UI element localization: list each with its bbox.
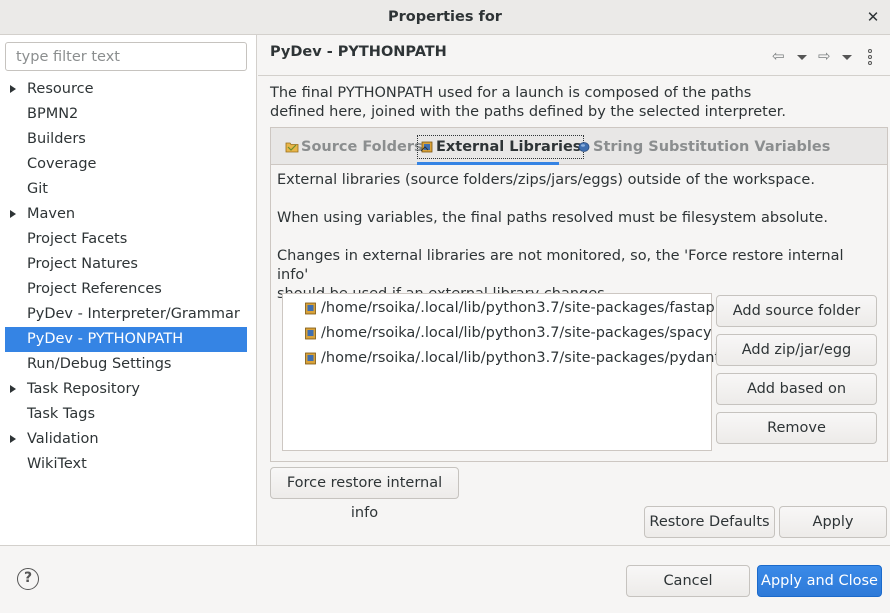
library-path-item[interactable]: /home/rsoika/.local/lib/python3.7/site-p… bbox=[283, 346, 732, 371]
tree-item-label: Project References bbox=[27, 281, 162, 297]
tree-item[interactable]: Maven bbox=[5, 202, 247, 227]
tree-item-label: Coverage bbox=[27, 156, 97, 172]
window-title: Properties for bbox=[388, 9, 502, 25]
filter-input[interactable] bbox=[5, 42, 247, 71]
apply-button[interactable]: Apply bbox=[779, 506, 887, 538]
tab-folder: Source Folders External Libraries String… bbox=[270, 127, 888, 462]
tree-item[interactable]: PyDev - PYTHONPATH bbox=[5, 327, 247, 352]
forward-icon[interactable]: ⇨ bbox=[818, 49, 834, 64]
tree-item-label: WikiText bbox=[27, 456, 87, 472]
tree-item-label: Task Tags bbox=[27, 406, 96, 422]
tree-item[interactable]: Project Natures bbox=[5, 252, 247, 277]
external-libraries-info: External libraries (source folders/zips/… bbox=[277, 171, 877, 304]
tree-item-label: Maven bbox=[27, 206, 76, 222]
library-path-item[interactable]: /home/rsoika/.local/lib/python3.7/site-p… bbox=[283, 296, 719, 321]
tree-item[interactable]: Git bbox=[5, 177, 247, 202]
tree-item-label: Task Repository bbox=[27, 381, 141, 397]
title-bar: Properties for ✕ bbox=[0, 0, 890, 35]
property-page: PyDev - PYTHONPATH ⇦ ⇨ The final PYTHONP… bbox=[258, 35, 890, 545]
tree-item[interactable]: Project Facets bbox=[5, 227, 247, 252]
add-based-on-variable-button[interactable]: Add based on variable bbox=[716, 373, 877, 427]
page-title: PyDev - PYTHONPATH bbox=[270, 44, 447, 60]
tree-item-label: Git bbox=[27, 181, 48, 197]
tab-string-substitution[interactable]: String Substitution Variables bbox=[577, 128, 830, 165]
tree-item-label: Project Facets bbox=[27, 231, 128, 247]
help-icon[interactable]: ? bbox=[17, 568, 39, 590]
library-path-item[interactable]: /home/rsoika/.local/lib/python3.7/site-p… bbox=[283, 321, 712, 346]
external-libraries-list[interactable]: /home/rsoika/.local/lib/python3.7/site-p… bbox=[282, 293, 732, 451]
tree-item-label: Builders bbox=[27, 131, 86, 147]
tree-item[interactable]: Run/Debug Settings bbox=[5, 352, 247, 377]
expand-arrow-icon[interactable] bbox=[10, 85, 16, 93]
folder-icon bbox=[285, 142, 299, 152]
restore-defaults-button[interactable]: Restore Defaults bbox=[644, 506, 775, 538]
view-menu-icon[interactable] bbox=[865, 49, 875, 67]
tab-label: External Libraries bbox=[436, 138, 582, 155]
tab-strip: Source Folders External Libraries String… bbox=[271, 128, 887, 165]
tab-label: Source Folders bbox=[301, 138, 423, 155]
tree-item[interactable]: Builders bbox=[5, 127, 247, 152]
expand-arrow-icon[interactable] bbox=[10, 435, 16, 443]
tree-item-label: Resource bbox=[27, 81, 94, 97]
tree-item[interactable]: Resource bbox=[5, 77, 247, 102]
tree-item[interactable]: BPMN2 bbox=[5, 102, 247, 127]
preference-tree: Resource BPMN2 Builders Coverage Git Maven Pro… bbox=[5, 77, 247, 477]
variable-icon bbox=[578, 141, 590, 152]
tree-item[interactable]: Task Tags bbox=[5, 402, 247, 427]
tree-item-label: PyDev - PYTHONPATH bbox=[27, 331, 184, 347]
description-line: The final PYTHONPATH used for a launch i… bbox=[270, 85, 752, 101]
back-dropdown-icon[interactable] bbox=[797, 55, 807, 60]
title-divider bbox=[258, 75, 890, 76]
expand-arrow-icon[interactable] bbox=[10, 210, 16, 218]
add-zip-jar-egg-button[interactable]: Add zip/jar/egg bbox=[716, 334, 877, 366]
tree-item[interactable]: Task Repository bbox=[5, 377, 247, 402]
tab-source-folders[interactable]: Source Folders bbox=[285, 128, 423, 165]
tree-item-label: Validation bbox=[27, 431, 99, 447]
tree-item-label: Run/Debug Settings bbox=[27, 356, 172, 372]
tab-focus-box: External Libraries bbox=[417, 134, 585, 159]
tree-item-label: BPMN2 bbox=[27, 106, 79, 122]
force-restore-button[interactable]: Force restore internal info bbox=[270, 467, 459, 521]
info-text: External libraries (source folders/zips/… bbox=[277, 172, 815, 188]
cancel-button[interactable]: Cancel bbox=[626, 565, 750, 597]
tree-item-label: PyDev - Interpreter/Grammar bbox=[27, 306, 240, 322]
tree-item[interactable]: Validation bbox=[5, 427, 247, 452]
tree-item[interactable]: PyDev - Interpreter/Grammar bbox=[5, 302, 247, 327]
library-icon bbox=[420, 141, 433, 152]
jar-icon bbox=[305, 352, 316, 365]
tree-item[interactable]: WikiText bbox=[5, 452, 247, 477]
tree-item-label: Project Natures bbox=[27, 256, 138, 272]
expand-arrow-icon[interactable] bbox=[10, 385, 16, 393]
jar-icon bbox=[305, 302, 316, 315]
close-icon[interactable]: ✕ bbox=[864, 8, 882, 26]
library-path-label: /home/rsoika/.local/lib/python3.7/site-p… bbox=[321, 300, 719, 316]
dialog-button-bar: ? Cancel Apply and Close bbox=[0, 545, 890, 613]
description-line: defined here, joined with the paths defi… bbox=[270, 104, 787, 120]
remove-button[interactable]: Remove bbox=[716, 412, 877, 444]
info-text: Changes in external libraries are not mo… bbox=[277, 248, 844, 283]
jar-icon bbox=[305, 327, 316, 340]
active-tab-indicator bbox=[417, 162, 559, 165]
tree-item[interactable]: Coverage bbox=[5, 152, 247, 177]
tab-external-libraries[interactable]: External Libraries bbox=[417, 128, 585, 165]
info-text: When using variables, the final paths re… bbox=[277, 210, 828, 226]
add-source-folder-button[interactable]: Add source folder bbox=[716, 295, 877, 327]
tab-label: String Substitution Variables bbox=[593, 138, 831, 155]
preference-tree-pane: Resource BPMN2 Builders Coverage Git Maven Pro… bbox=[0, 35, 257, 545]
library-path-label: /home/rsoika/.local/lib/python3.7/site-p… bbox=[321, 350, 733, 366]
back-icon[interactable]: ⇦ bbox=[772, 49, 788, 64]
tree-item[interactable]: Project References bbox=[5, 277, 247, 302]
library-path-label: /home/rsoika/.local/lib/python3.7/site-p… bbox=[321, 325, 712, 341]
forward-dropdown-icon[interactable] bbox=[842, 55, 852, 60]
apply-and-close-button[interactable]: Apply and Close bbox=[757, 565, 882, 597]
page-description: The final PYTHONPATH used for a launch i… bbox=[270, 84, 870, 122]
